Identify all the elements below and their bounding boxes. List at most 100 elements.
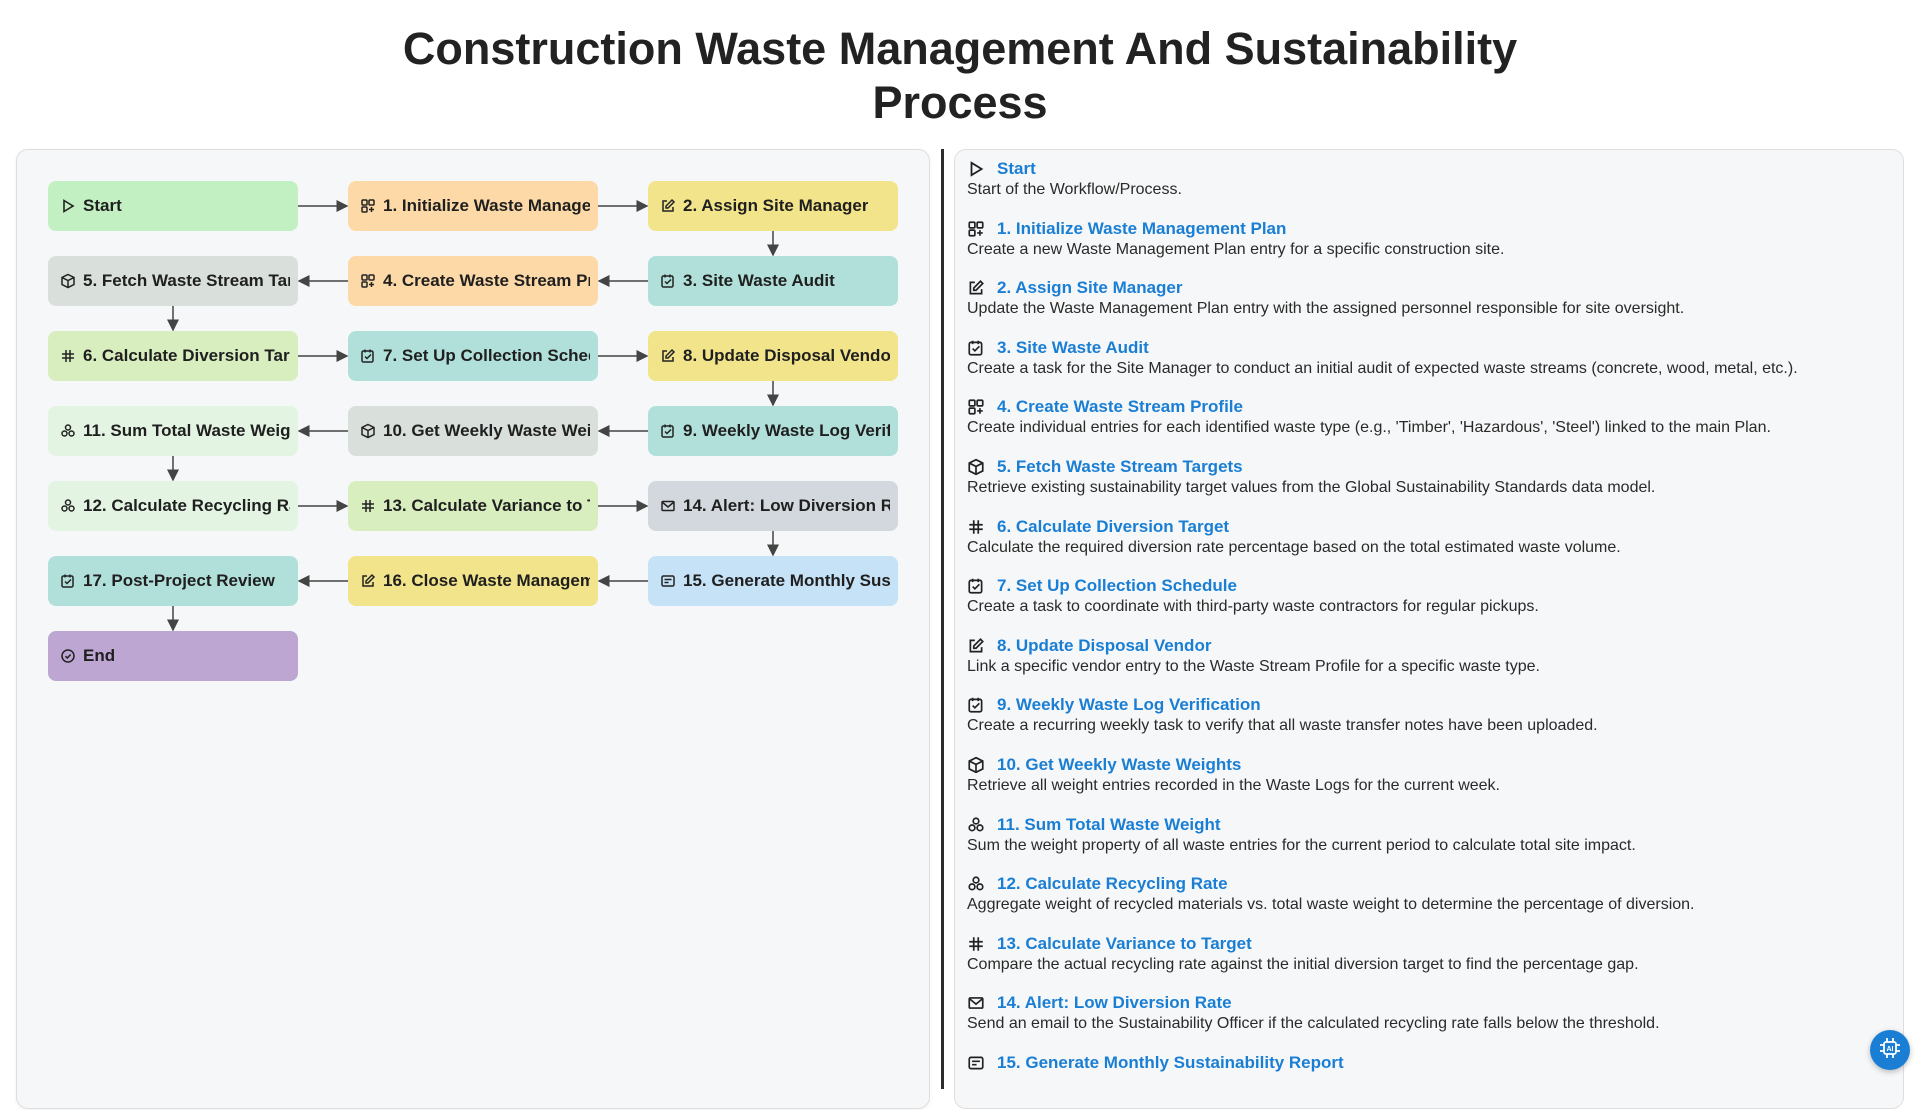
grid-plus-icon — [967, 398, 985, 416]
flow-node-label: 9. Weekly Waste Log Verification — [683, 421, 890, 440]
svg-text:AI: AI — [1887, 1046, 1894, 1053]
flow-node-16[interactable]: 16. Close Waste Management Plan — [348, 556, 598, 606]
detail-description: Retrieve existing sustainability target … — [967, 479, 1656, 496]
detail-header[interactable]: 7. Set Up Collection Schedule — [967, 575, 1887, 597]
detail-description: Create individual entries for each ident… — [967, 419, 1771, 437]
detail-item-11: 11. Sum Total Waste Weight Sum the weight… — [967, 814, 1887, 856]
detail-item-3: 3. Site Waste Audit Create a task for the… — [967, 337, 1887, 379]
detail-title[interactable]: 9. Weekly Waste Log Verification — [997, 695, 1261, 715]
flow-node-13[interactable]: 13. Calculate Variance to Target — [348, 481, 598, 531]
aggregate-icon — [60, 498, 76, 514]
edit-icon — [660, 348, 676, 364]
flow-node-3[interactable]: 3. Site Waste Audit — [648, 256, 898, 306]
detail-header[interactable]: 5. Fetch Waste Stream Targets — [967, 456, 1887, 478]
cube-icon — [60, 273, 76, 289]
hash-icon — [60, 348, 76, 364]
flow-node-14[interactable]: 14. Alert: Low Diversion Rate — [648, 481, 898, 531]
checkbox-icon — [967, 577, 985, 595]
aggregate-icon — [60, 423, 76, 439]
detail-title[interactable]: 11. Sum Total Waste Weight — [997, 815, 1221, 835]
report-icon — [967, 1054, 985, 1072]
detail-title[interactable]: 6. Calculate Diversion Target — [997, 517, 1229, 537]
flow-node-7[interactable]: 7. Set Up Collection Schedule — [348, 331, 598, 381]
detail-title[interactable]: 12. Calculate Recycling Rate — [997, 874, 1228, 894]
detail-header[interactable]: 12. Calculate Recycling Rate — [967, 873, 1887, 895]
flow-node-label: 4. Create Waste Stream Profile — [383, 271, 590, 290]
detail-title[interactable]: 8. Update Disposal Vendor — [997, 636, 1211, 656]
detail-item-6: 6. Calculate Diversion Target Calculate t… — [967, 516, 1887, 558]
detail-description: Sum the weight property of all waste ent… — [967, 836, 1636, 854]
panel-divider[interactable] — [941, 149, 944, 1089]
checkbox-icon — [967, 339, 985, 357]
detail-title[interactable]: 1. Initialize Waste Management Plan — [997, 219, 1286, 239]
checkbox-icon — [660, 423, 676, 439]
detail-item-8: 8. Update Disposal Vendor Link a specific… — [967, 635, 1887, 677]
detail-title[interactable]: 3. Site Waste Audit — [997, 338, 1149, 358]
flow-node-6[interactable]: 6. Calculate Diversion Target — [48, 331, 298, 381]
flow-node-0[interactable]: Start — [48, 181, 298, 231]
detail-title[interactable]: 14. Alert: Low Diversion Rate — [997, 993, 1232, 1013]
detail-header[interactable]: 3. Site Waste Audit — [967, 337, 1887, 359]
detail-header[interactable]: 9. Weekly Waste Log Verification — [967, 694, 1887, 716]
detail-description: Create a new Waste Management Plan entry… — [967, 240, 1505, 258]
edit-icon — [967, 637, 985, 655]
checkbox-icon — [660, 273, 676, 289]
ai-assistant-button[interactable]: AI — [1870, 1030, 1910, 1070]
detail-header[interactable]: 6. Calculate Diversion Target — [967, 516, 1887, 538]
detail-item-2: 2. Assign Site Manager Update the Waste M… — [967, 277, 1887, 319]
mail-icon — [660, 498, 676, 514]
detail-header[interactable]: 14. Alert: Low Diversion Rate — [967, 992, 1887, 1014]
detail-header[interactable]: 15. Generate Monthly Sustainability Repo… — [967, 1052, 1887, 1074]
detail-header[interactable]: 8. Update Disposal Vendor — [967, 635, 1887, 657]
detail-title[interactable]: 7. Set Up Collection Schedule — [997, 576, 1237, 596]
flow-node-label: 15. Generate Monthly Sustainability Repo… — [683, 571, 890, 590]
detail-header[interactable]: 2. Assign Site Manager — [967, 277, 1887, 299]
detail-header[interactable]: 10. Get Weekly Waste Weights — [967, 754, 1887, 776]
flow-node-5[interactable]: 5. Fetch Waste Stream Targets — [48, 256, 298, 306]
flow-node-11[interactable]: 11. Sum Total Waste Weight — [48, 406, 298, 456]
detail-header[interactable]: 1. Initialize Waste Management Plan — [967, 218, 1887, 240]
checkbox-icon — [60, 573, 76, 589]
detail-title[interactable]: 5. Fetch Waste Stream Targets — [997, 457, 1243, 477]
detail-description: Create a task for the Site Manager to co… — [967, 359, 1798, 377]
cube-icon — [967, 458, 985, 476]
flow-node-label: 11. Sum Total Waste Weight — [83, 421, 290, 440]
cube-icon — [360, 423, 376, 439]
detail-header[interactable]: 4. Create Waste Stream Profile — [967, 396, 1887, 418]
flow-node-4[interactable]: 4. Create Waste Stream Profile — [348, 256, 598, 306]
detail-title[interactable]: 10. Get Weekly Waste Weights — [997, 755, 1241, 775]
detail-title[interactable]: 13. Calculate Variance to Target — [997, 934, 1252, 954]
page-title-line-2: Process — [872, 77, 1048, 128]
detail-title[interactable]: 15. Generate Monthly Sustainability Repo… — [997, 1053, 1344, 1073]
flow-node-10[interactable]: 10. Get Weekly Waste Weights — [348, 406, 598, 456]
flow-node-label: 8. Update Disposal Vendor — [683, 346, 890, 365]
detail-header[interactable]: Start — [967, 158, 1887, 180]
flow-node-label: 13. Calculate Variance to Target — [383, 496, 590, 515]
detail-description: Update the Waste Management Plan entry w… — [967, 300, 1685, 318]
flowchart-panel: Start 1. Initialize Waste Management Plan… — [16, 149, 930, 1109]
detail-title[interactable]: 2. Assign Site Manager — [997, 278, 1182, 298]
detail-title[interactable]: Start — [997, 159, 1036, 179]
flow-node-label: 3. Site Waste Audit — [683, 271, 835, 290]
flow-node-17[interactable]: 17. Post-Project Review — [48, 556, 298, 606]
flow-node-2[interactable]: 2. Assign Site Manager — [648, 181, 898, 231]
detail-description: Create a task to coordinate with third-p… — [967, 598, 1539, 616]
flow-node-label: 16. Close Waste Management Plan — [383, 571, 590, 590]
flow-node-9[interactable]: 9. Weekly Waste Log Verification — [648, 406, 898, 456]
hash-icon — [360, 498, 376, 514]
flow-node-label: 1. Initialize Waste Management Plan — [383, 196, 590, 215]
detail-title[interactable]: 4. Create Waste Stream Profile — [997, 397, 1243, 417]
flow-node-label: 17. Post-Project Review — [83, 571, 275, 590]
flow-node-1[interactable]: 1. Initialize Waste Management Plan — [348, 181, 598, 231]
flow-node-label: 5. Fetch Waste Stream Targets — [83, 271, 290, 290]
flow-node-12[interactable]: 12. Calculate Recycling Rate — [48, 481, 298, 531]
detail-header[interactable]: 11. Sum Total Waste Weight — [967, 814, 1887, 836]
flow-node-8[interactable]: 8. Update Disposal Vendor — [648, 331, 898, 381]
detail-description: Calculate the required diversion rate pe… — [967, 538, 1621, 556]
flow-node-18[interactable]: End — [48, 631, 298, 681]
detail-header[interactable]: 13. Calculate Variance to Target — [967, 933, 1887, 955]
detail-item-4: 4. Create Waste Stream Profile Create ind… — [967, 396, 1887, 438]
detail-item-9: 9. Weekly Waste Log Verification Create a… — [967, 694, 1887, 736]
hash-icon — [967, 518, 985, 536]
flow-node-15[interactable]: 15. Generate Monthly Sustainability Repo… — [648, 556, 898, 606]
